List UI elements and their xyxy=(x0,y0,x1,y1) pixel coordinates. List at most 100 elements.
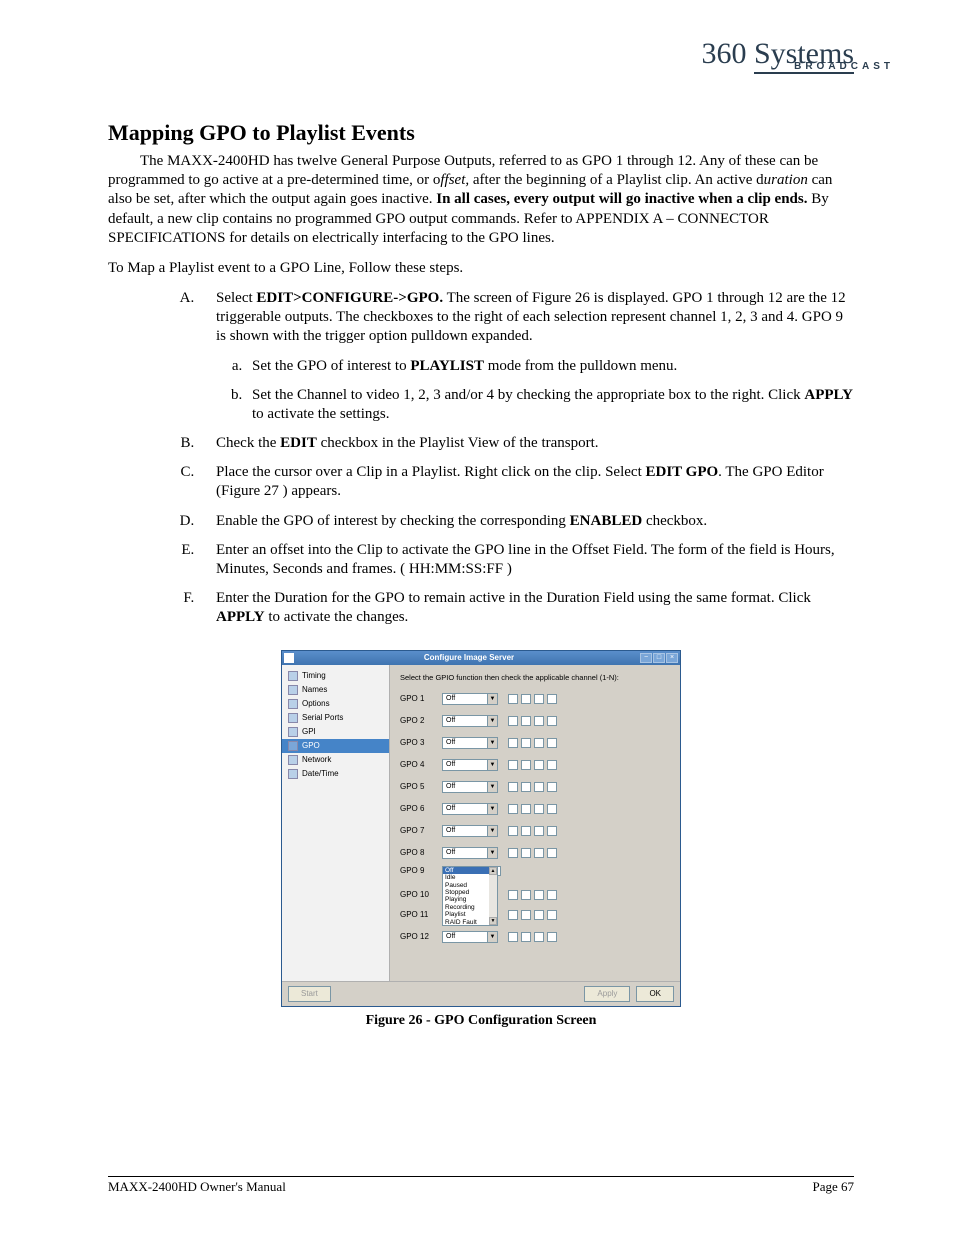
channel-checkbox[interactable] xyxy=(534,932,544,942)
mode-dropdown[interactable]: Off▼ xyxy=(442,781,498,793)
channel-checkbox[interactable] xyxy=(547,716,557,726)
channel-checkbox[interactable] xyxy=(508,910,518,920)
apply-button[interactable]: Apply xyxy=(584,986,630,1002)
channel-checkbox[interactable] xyxy=(534,694,544,704)
ordered-steps: Select EDIT>CONFIGURE->GPO. The screen o… xyxy=(108,289,854,628)
mode-dropdown[interactable]: Off▼ xyxy=(442,825,498,837)
channel-checkbox[interactable] xyxy=(508,848,518,858)
channel-checkbox[interactable] xyxy=(534,716,544,726)
channel-checkboxes xyxy=(508,890,557,900)
sidebar-item-timing[interactable]: Timing xyxy=(282,669,389,683)
channel-checkbox[interactable] xyxy=(508,760,518,770)
channel-checkbox[interactable] xyxy=(534,848,544,858)
channel-checkbox[interactable] xyxy=(534,782,544,792)
chevron-down-icon: ▼ xyxy=(487,716,497,726)
gpo-label: GPO 1 xyxy=(400,694,442,703)
channel-checkbox[interactable] xyxy=(508,694,518,704)
channel-checkbox[interactable] xyxy=(521,782,531,792)
channel-checkbox[interactable] xyxy=(508,804,518,814)
logo-rule xyxy=(754,72,854,74)
scroll-up-icon[interactable]: ▲ xyxy=(489,867,497,875)
mode-dropdown[interactable]: Off▼ xyxy=(442,847,498,859)
step-d: Enable the GPO of interest by checking t… xyxy=(198,512,854,531)
channel-checkbox[interactable] xyxy=(547,932,557,942)
sidebar-item-options[interactable]: Options xyxy=(282,697,389,711)
channel-checkbox[interactable] xyxy=(547,760,557,770)
channel-checkbox[interactable] xyxy=(547,738,557,748)
dropdown-value: Off xyxy=(443,783,487,790)
minimize-button[interactable]: − xyxy=(640,653,652,663)
maximize-button[interactable]: □ xyxy=(653,653,665,663)
channel-checkbox[interactable] xyxy=(521,738,531,748)
mode-dropdown[interactable]: Off▼ xyxy=(442,715,498,727)
channel-checkbox[interactable] xyxy=(521,826,531,836)
sidebar-item-gpi[interactable]: GPI xyxy=(282,725,389,739)
sidebar-item-icon xyxy=(288,713,298,723)
step-text: to activate the changes. xyxy=(265,609,409,625)
step-f: Enter the Duration for the GPO to remain… xyxy=(198,589,854,627)
chevron-down-icon: ▼ xyxy=(487,760,497,770)
channel-checkbox[interactable] xyxy=(521,910,531,920)
channel-checkbox[interactable] xyxy=(534,804,544,814)
sidebar-item-gpo[interactable]: GPO xyxy=(282,739,389,753)
dropdown-value: Off xyxy=(443,933,487,940)
window-icon xyxy=(284,653,294,663)
sidebar-item-serial-ports[interactable]: Serial Ports xyxy=(282,711,389,725)
channel-checkbox[interactable] xyxy=(521,716,531,726)
mode-dropdown[interactable]: Off▼ xyxy=(442,759,498,771)
sidebar-item-network[interactable]: Network xyxy=(282,753,389,767)
channel-checkbox[interactable] xyxy=(508,890,518,900)
chevron-down-icon: ▼ xyxy=(487,738,497,748)
channel-checkbox[interactable] xyxy=(521,804,531,814)
channel-checkboxes xyxy=(508,932,557,942)
mode-dropdown[interactable]: Off▼ xyxy=(442,803,498,815)
channel-checkbox[interactable] xyxy=(521,694,531,704)
channel-checkbox[interactable] xyxy=(508,826,518,836)
channel-checkbox[interactable] xyxy=(508,782,518,792)
channel-checkbox[interactable] xyxy=(547,782,557,792)
channel-checkbox[interactable] xyxy=(534,738,544,748)
mode-dropdown[interactable]: Off▼ xyxy=(442,737,498,749)
channel-checkbox[interactable] xyxy=(508,738,518,748)
gpo9-expanded-block: GPO 9OffIdlePausedStoppedPlayingRecordin… xyxy=(400,866,670,928)
sidebar-item-names[interactable]: Names xyxy=(282,683,389,697)
mode-dropdown[interactable]: Off▼ xyxy=(442,693,498,705)
channel-checkbox[interactable] xyxy=(534,760,544,770)
footer-left: MAXX-2400HD Owner's Manual xyxy=(108,1179,286,1195)
sidebar-item-label: GPI xyxy=(302,727,316,736)
para-text: after the beginning of a Playlist clip. … xyxy=(469,172,764,188)
channel-checkbox[interactable] xyxy=(534,910,544,920)
close-button[interactable]: × xyxy=(666,653,678,663)
channel-checkbox[interactable] xyxy=(547,890,557,900)
channel-checkbox[interactable] xyxy=(534,826,544,836)
step-text: Check the xyxy=(216,435,280,451)
channel-checkbox[interactable] xyxy=(547,804,557,814)
channel-checkboxes xyxy=(508,738,557,748)
channel-checkbox[interactable] xyxy=(521,890,531,900)
mode-dropdown[interactable]: Off▼ xyxy=(442,931,498,943)
channel-checkbox[interactable] xyxy=(547,694,557,704)
sub-steps: Set the GPO of interest to PLAYLIST mode… xyxy=(216,357,854,425)
channel-checkbox[interactable] xyxy=(521,760,531,770)
channel-checkbox[interactable] xyxy=(534,890,544,900)
config-dialog-screenshot: Configure Image Server − □ × TimingNames… xyxy=(281,650,681,1007)
channel-checkbox[interactable] xyxy=(508,932,518,942)
channel-checkbox[interactable] xyxy=(521,932,531,942)
channel-checkbox[interactable] xyxy=(547,848,557,858)
channel-checkboxes xyxy=(508,910,557,920)
dropdown-value: Off xyxy=(443,849,487,856)
channel-checkbox[interactable] xyxy=(547,910,557,920)
chevron-down-icon: ▼ xyxy=(487,932,497,942)
sidebar-item-date-time[interactable]: Date/Time xyxy=(282,767,389,781)
start-button[interactable]: Start xyxy=(288,986,331,1002)
figure-caption: Figure 26 - GPO Configuration Screen xyxy=(108,1013,854,1029)
chevron-down-icon: ▼ xyxy=(487,848,497,858)
chevron-down-icon: ▼ xyxy=(487,694,497,704)
channel-checkbox[interactable] xyxy=(508,716,518,726)
ok-button[interactable]: OK xyxy=(636,986,674,1002)
channel-checkbox[interactable] xyxy=(521,848,531,858)
substep-text: Set the GPO of interest to xyxy=(252,358,410,374)
step-c: Place the cursor over a Clip in a Playli… xyxy=(198,463,854,501)
channel-checkbox[interactable] xyxy=(547,826,557,836)
channel-checkboxes xyxy=(508,760,557,770)
